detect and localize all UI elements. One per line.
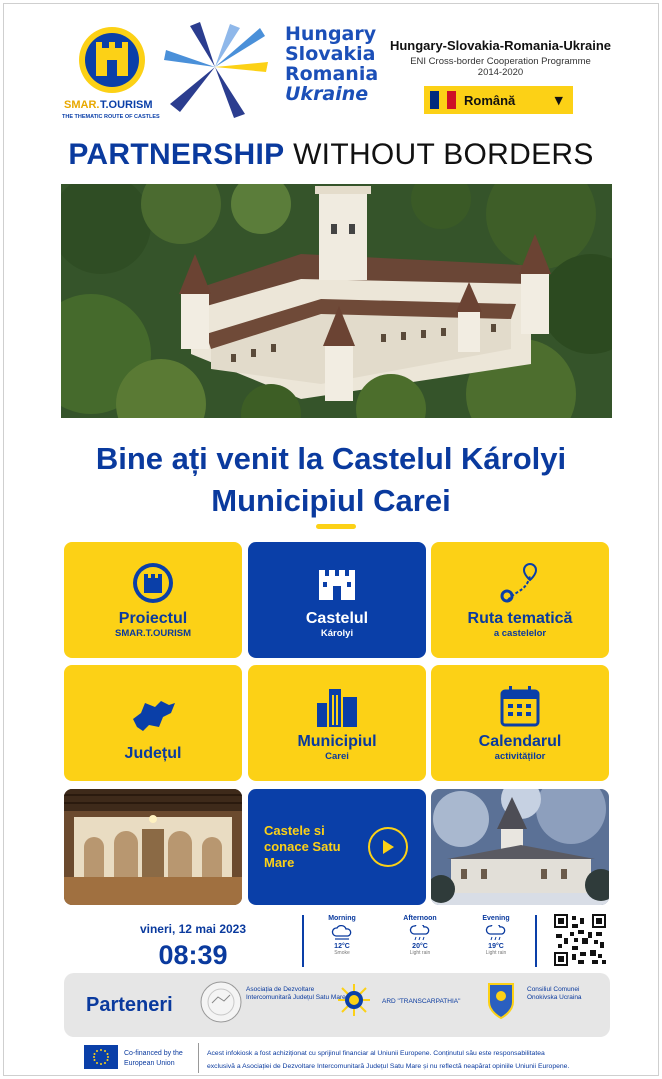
weather-desc: Light rain [485,950,507,956]
tagline: PARTNERSHIP WITHOUT BORDERS [0,138,662,172]
transcarpathia-logo-icon [338,984,370,1016]
tagline-bold: PARTNERSHIP [68,138,285,171]
city-buildings-icon [317,689,357,727]
caret-down-icon: ▼ [554,93,563,107]
programme-subtitle: ENI Cross-border Cooperation Programme 2… [388,56,613,78]
welcome-line-1: Bine ați venit la Castelul Károlyi [95,441,567,476]
tile-subtitle: Carei [325,751,349,762]
welcome-line-2: Municipiul Carei [211,483,451,518]
tile-calendarul[interactable]: Calendarul activităților [431,665,609,781]
weather-morning: Morning 12°C Smoke [312,915,372,956]
svg-text:THE THEMATIC ROUTE OF CASTLES: THE THEMATIC ROUTE OF CASTLES [62,114,160,120]
video-label: Castele si conace Satu Mare [264,823,341,870]
eu-line: European Union [124,1060,175,1067]
onokivska-crest-icon [488,983,514,1020]
tagline-light: WITHOUT BORDERS [293,138,594,171]
smartourism-logo-icon: SMAR. T.OURISM THE THEMATIC ROUTE OF CAS… [62,27,160,120]
weather-temp: 12°C [334,943,350,950]
divider [302,915,304,967]
disclaimer-line: Acest infokiosk a fost achiziționat cu s… [207,1050,545,1057]
tile-subtitle: activităților [494,751,546,762]
tile-castle-exterior-photo[interactable] [431,789,609,905]
rain-cloud-icon [485,925,506,941]
tile-title: Municipiul [297,733,377,750]
tile-municipiul[interactable]: Municipiul Carei [248,665,426,781]
cloud-icon [331,925,352,940]
weather-desc: Light rain [409,950,431,956]
divider [535,915,537,967]
weather-temp: 19°C [488,943,504,950]
partner-3-name: Consiliul Comunei Onokivska Ucraina [527,986,582,1001]
castle-icon [319,570,355,600]
eu-cofinanced-label: Co-financed by the European Union [124,1049,183,1069]
logo-word: Ukraine [285,83,369,105]
divider [198,1043,199,1073]
language-label: Română [464,92,516,108]
current-date: vineri, 12 mai 2023 [139,922,247,936]
tile-video-castele[interactable]: Castele si conace Satu Mare [248,789,426,905]
castle-exterior-image [431,789,609,905]
tile-castle-interior-photo[interactable] [64,789,242,905]
partners-title: Parteneri [86,994,173,1016]
castle-hall-image [64,789,242,905]
weather-label: Evening [482,915,510,922]
programme-countries-logo: Hungary Slovakia Romania Ukraine [285,24,380,104]
tile-subtitle: a castelelor [493,628,547,639]
county-map-icon [133,701,175,731]
programme-star-logo-icon [164,22,268,118]
romania-flag-icon [430,91,457,109]
tile-title: Ruta tematică [467,610,573,627]
tile-subtitle: Károlyi [320,628,354,639]
eu-line: Co-financed by the [124,1050,183,1057]
tile-castelul[interactable]: Castelul Károlyi [248,542,426,658]
eu-flag-icon [84,1045,118,1069]
tile-judetul[interactable]: Județul [64,665,242,781]
rain-cloud-icon [409,925,430,941]
satu-mare-association-logo-icon [200,981,242,1023]
welcome-underline [316,524,356,529]
weather-temp: 20°C [412,943,428,950]
partner-2-name: ARD "TRANSCARPATHIA" [382,998,461,1005]
tile-title: Calendarul [478,733,562,750]
programme-title: Hungary-Slovakia-Romania-Ukraine [389,38,612,53]
calendar-icon [500,686,540,727]
tile-ruta-tematica[interactable]: Ruta tematică a castelelor [431,542,609,658]
logo-word: Romania [285,63,379,85]
weather-label: Morning [328,915,356,922]
tile-title: Castelul [305,610,369,627]
language-selector[interactable]: Română ▼ [424,86,573,114]
weather-label: Afternoon [403,915,437,922]
weather-desc: Smoke [334,950,350,956]
programme-sub-line: ENI Cross-border Cooperation Programme [410,56,591,67]
svg-text:SMAR.: SMAR. [64,99,99,111]
disclaimer-line: exclusivă a Asociației de Dezvoltare Int… [207,1063,570,1070]
qr-code-icon[interactable] [554,914,606,966]
castle-logo-icon [133,563,173,603]
welcome-heading: Bine ați venit la Castelul Károlyi Munic… [0,438,662,522]
current-time: 08:39 [158,940,228,970]
eu-disclaimer: Acest infokiosk a fost achiziționat cu s… [207,1047,607,1073]
programme-sub-line: 2014-2020 [477,67,524,78]
logo-word: Slovakia [285,43,376,65]
castle-hero-image [61,184,612,418]
play-icon[interactable] [368,827,408,867]
tile-subtitle: SMAR.T.OURISM [115,628,191,639]
svg-text:T.OURISM: T.OURISM [100,99,153,111]
weather-afternoon: Afternoon 20°C Light rain [390,915,450,956]
tile-proiectul[interactable]: Proiectul SMAR.T.OURISM [64,542,242,658]
tile-title: Proiectul [118,610,188,627]
route-pin-icon [500,562,538,603]
logo-word: Hungary [285,23,377,45]
weather-evening: Evening 19°C Light rain [466,915,526,956]
tile-title: Județul [124,745,182,762]
